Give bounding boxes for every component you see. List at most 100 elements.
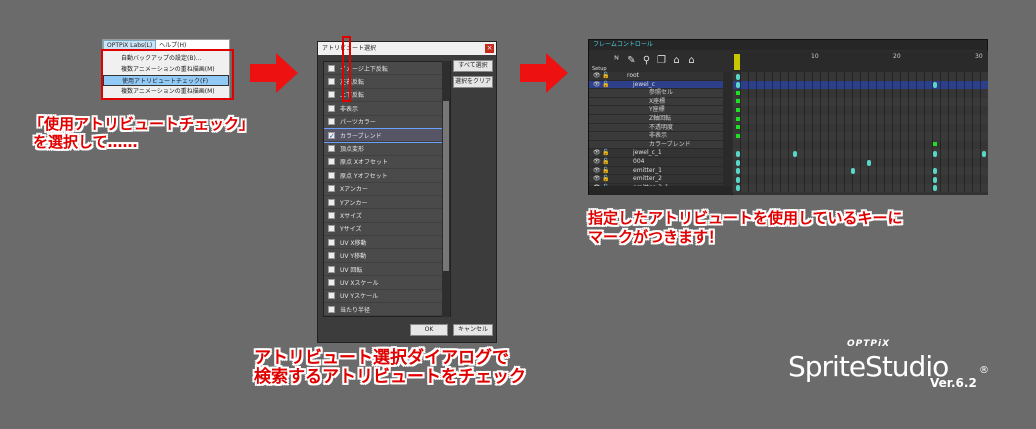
keyframe[interactable] bbox=[736, 73, 740, 80]
lock-icon[interactable]: 🔓 bbox=[602, 158, 609, 167]
attribute-checkbox[interactable] bbox=[328, 64, 335, 72]
key-group-icon[interactable]: ⌂ bbox=[686, 55, 697, 67]
attribute-mark[interactable] bbox=[932, 142, 937, 147]
attribute-row[interactable]: Xアンカー bbox=[324, 183, 450, 196]
attribute-checkbox[interactable]: ✓ bbox=[328, 131, 335, 139]
attribute-checkbox[interactable] bbox=[328, 211, 335, 219]
attribute-checkbox[interactable] bbox=[328, 252, 335, 260]
timeline-row[interactable] bbox=[733, 115, 988, 124]
timeline-row[interactable] bbox=[733, 183, 988, 193]
attribute-track-row[interactable]: Y座標 bbox=[589, 106, 732, 115]
timeline-row[interactable] bbox=[733, 72, 988, 81]
timeline-row[interactable] bbox=[733, 97, 988, 107]
timeline[interactable]: 10 20 30 bbox=[733, 51, 988, 195]
part-row[interactable]: 👁 🔓 emitter_2 bbox=[589, 175, 732, 184]
attribute-row[interactable]: UV Xスケール bbox=[324, 276, 450, 290]
lock-icon[interactable]: 🔓 bbox=[602, 72, 609, 81]
timeline-row[interactable] bbox=[733, 123, 988, 133]
attribute-track-row[interactable]: Z軸回転 bbox=[589, 114, 732, 124]
attribute-row[interactable]: Yサイズ bbox=[324, 223, 450, 237]
attribute-checkbox[interactable] bbox=[328, 292, 335, 300]
keyframe[interactable] bbox=[850, 168, 855, 175]
attribute-mark[interactable] bbox=[736, 125, 740, 130]
timeline-row[interactable] bbox=[733, 140, 988, 150]
attribute-row[interactable]: UV 回転 bbox=[324, 263, 450, 277]
attribute-track-row[interactable]: 非表示 bbox=[589, 132, 732, 141]
attribute-mark[interactable] bbox=[736, 133, 740, 138]
attribute-row[interactable]: 原点 Xオフセット bbox=[324, 156, 450, 170]
tree-scrollbar[interactable] bbox=[723, 72, 732, 185]
timeline-row[interactable] bbox=[733, 80, 988, 90]
attribute-row[interactable]: Yアンカー bbox=[324, 196, 450, 210]
eye-icon[interactable]: 👁 bbox=[593, 175, 601, 184]
attribute-row[interactable]: UV Yスケール bbox=[324, 290, 450, 304]
ok-button[interactable]: OK bbox=[410, 324, 448, 336]
attribute-row[interactable]: パーツカラー bbox=[324, 116, 450, 129]
attribute-checkbox[interactable] bbox=[328, 305, 335, 313]
lock-icon[interactable]: 🔓 bbox=[602, 167, 609, 176]
scrollbar-thumb[interactable] bbox=[443, 101, 449, 271]
select-all-button[interactable]: すべて選択 bbox=[453, 60, 493, 72]
part-row[interactable]: 👁 🔓 root bbox=[589, 72, 732, 81]
attribute-mark[interactable] bbox=[736, 90, 740, 95]
keyframe[interactable] bbox=[932, 168, 937, 175]
attribute-checkbox[interactable] bbox=[328, 198, 335, 206]
key-link-icon[interactable]: ⚲ bbox=[641, 55, 652, 67]
attribute-checkbox[interactable] bbox=[328, 278, 335, 286]
keyframe[interactable] bbox=[736, 176, 740, 183]
attribute-track-row[interactable]: 不透明度 bbox=[589, 123, 732, 133]
timeline-row[interactable] bbox=[733, 158, 988, 167]
horizontal-scrollbar[interactable] bbox=[589, 186, 732, 195]
keyframe[interactable] bbox=[867, 159, 872, 166]
attribute-checkbox[interactable] bbox=[328, 185, 335, 193]
keyframe[interactable] bbox=[736, 159, 740, 166]
eye-icon[interactable]: 👁 bbox=[593, 72, 601, 81]
timeline-row[interactable] bbox=[733, 175, 988, 184]
attribute-track-row[interactable]: 参照セル bbox=[589, 89, 732, 98]
keyframe[interactable] bbox=[982, 150, 986, 157]
attribute-checkbox[interactable] bbox=[328, 171, 335, 179]
attribute-row[interactable]: ✓ カラーブレンド bbox=[324, 127, 450, 144]
attribute-track-row[interactable]: カラーブレンド bbox=[589, 140, 732, 150]
lock-icon[interactable]: 🔓 bbox=[602, 81, 609, 90]
part-row[interactable]: 👁 🔓 jewel_c bbox=[589, 80, 732, 90]
part-row[interactable]: 👁 🔓 emitter_1 bbox=[589, 167, 732, 176]
timeline-row[interactable] bbox=[733, 132, 988, 141]
attribute-row[interactable]: UV X移動 bbox=[324, 236, 450, 250]
part-row[interactable]: 👁 🔓 004 bbox=[589, 158, 732, 167]
timeline-row[interactable] bbox=[733, 106, 988, 115]
attribute-mark[interactable] bbox=[736, 116, 740, 121]
attribute-row[interactable]: 非表示 bbox=[324, 102, 450, 116]
timeline-row[interactable] bbox=[733, 149, 988, 158]
keyframe[interactable] bbox=[932, 150, 937, 157]
lock-icon[interactable]: 🔓 bbox=[602, 175, 609, 184]
playhead[interactable] bbox=[734, 54, 740, 70]
keyframe[interactable] bbox=[932, 82, 937, 89]
clear-selection-button[interactable]: 選択をクリア bbox=[453, 76, 493, 88]
attribute-checkbox[interactable] bbox=[328, 158, 335, 166]
timeline-row[interactable] bbox=[733, 89, 988, 98]
attribute-row[interactable]: UV Y移動 bbox=[324, 249, 450, 263]
attribute-checkbox[interactable] bbox=[328, 145, 335, 153]
eye-icon[interactable]: 👁 bbox=[593, 81, 601, 90]
keyframe[interactable] bbox=[736, 185, 740, 192]
attribute-row[interactable]: 頂点変形 bbox=[324, 142, 450, 156]
keyframe[interactable] bbox=[736, 168, 740, 175]
attribute-checkbox[interactable] bbox=[328, 118, 335, 126]
attribute-checkbox[interactable] bbox=[328, 91, 335, 99]
attribute-checkbox[interactable] bbox=[328, 225, 335, 233]
eye-icon[interactable]: 👁 bbox=[593, 167, 601, 176]
attribute-checkbox[interactable] bbox=[328, 78, 335, 86]
attribute-row[interactable]: Xサイズ bbox=[324, 209, 450, 223]
cancel-button[interactable]: キャンセル bbox=[453, 324, 493, 336]
keyframe[interactable] bbox=[736, 82, 740, 89]
key-add-icon[interactable]: ᴺ bbox=[611, 55, 622, 67]
attribute-checkbox[interactable] bbox=[328, 265, 335, 273]
keyframe[interactable] bbox=[932, 185, 937, 192]
attribute-checkbox[interactable] bbox=[328, 238, 335, 246]
attribute-mark[interactable] bbox=[736, 107, 740, 112]
part-row[interactable]: 👁 🔓 jewel_c_1 bbox=[589, 149, 732, 158]
lock-icon[interactable]: 🔓 bbox=[602, 149, 609, 158]
attribute-row[interactable]: 原点 Yオフセット bbox=[324, 169, 450, 183]
keyframe[interactable] bbox=[932, 176, 937, 183]
